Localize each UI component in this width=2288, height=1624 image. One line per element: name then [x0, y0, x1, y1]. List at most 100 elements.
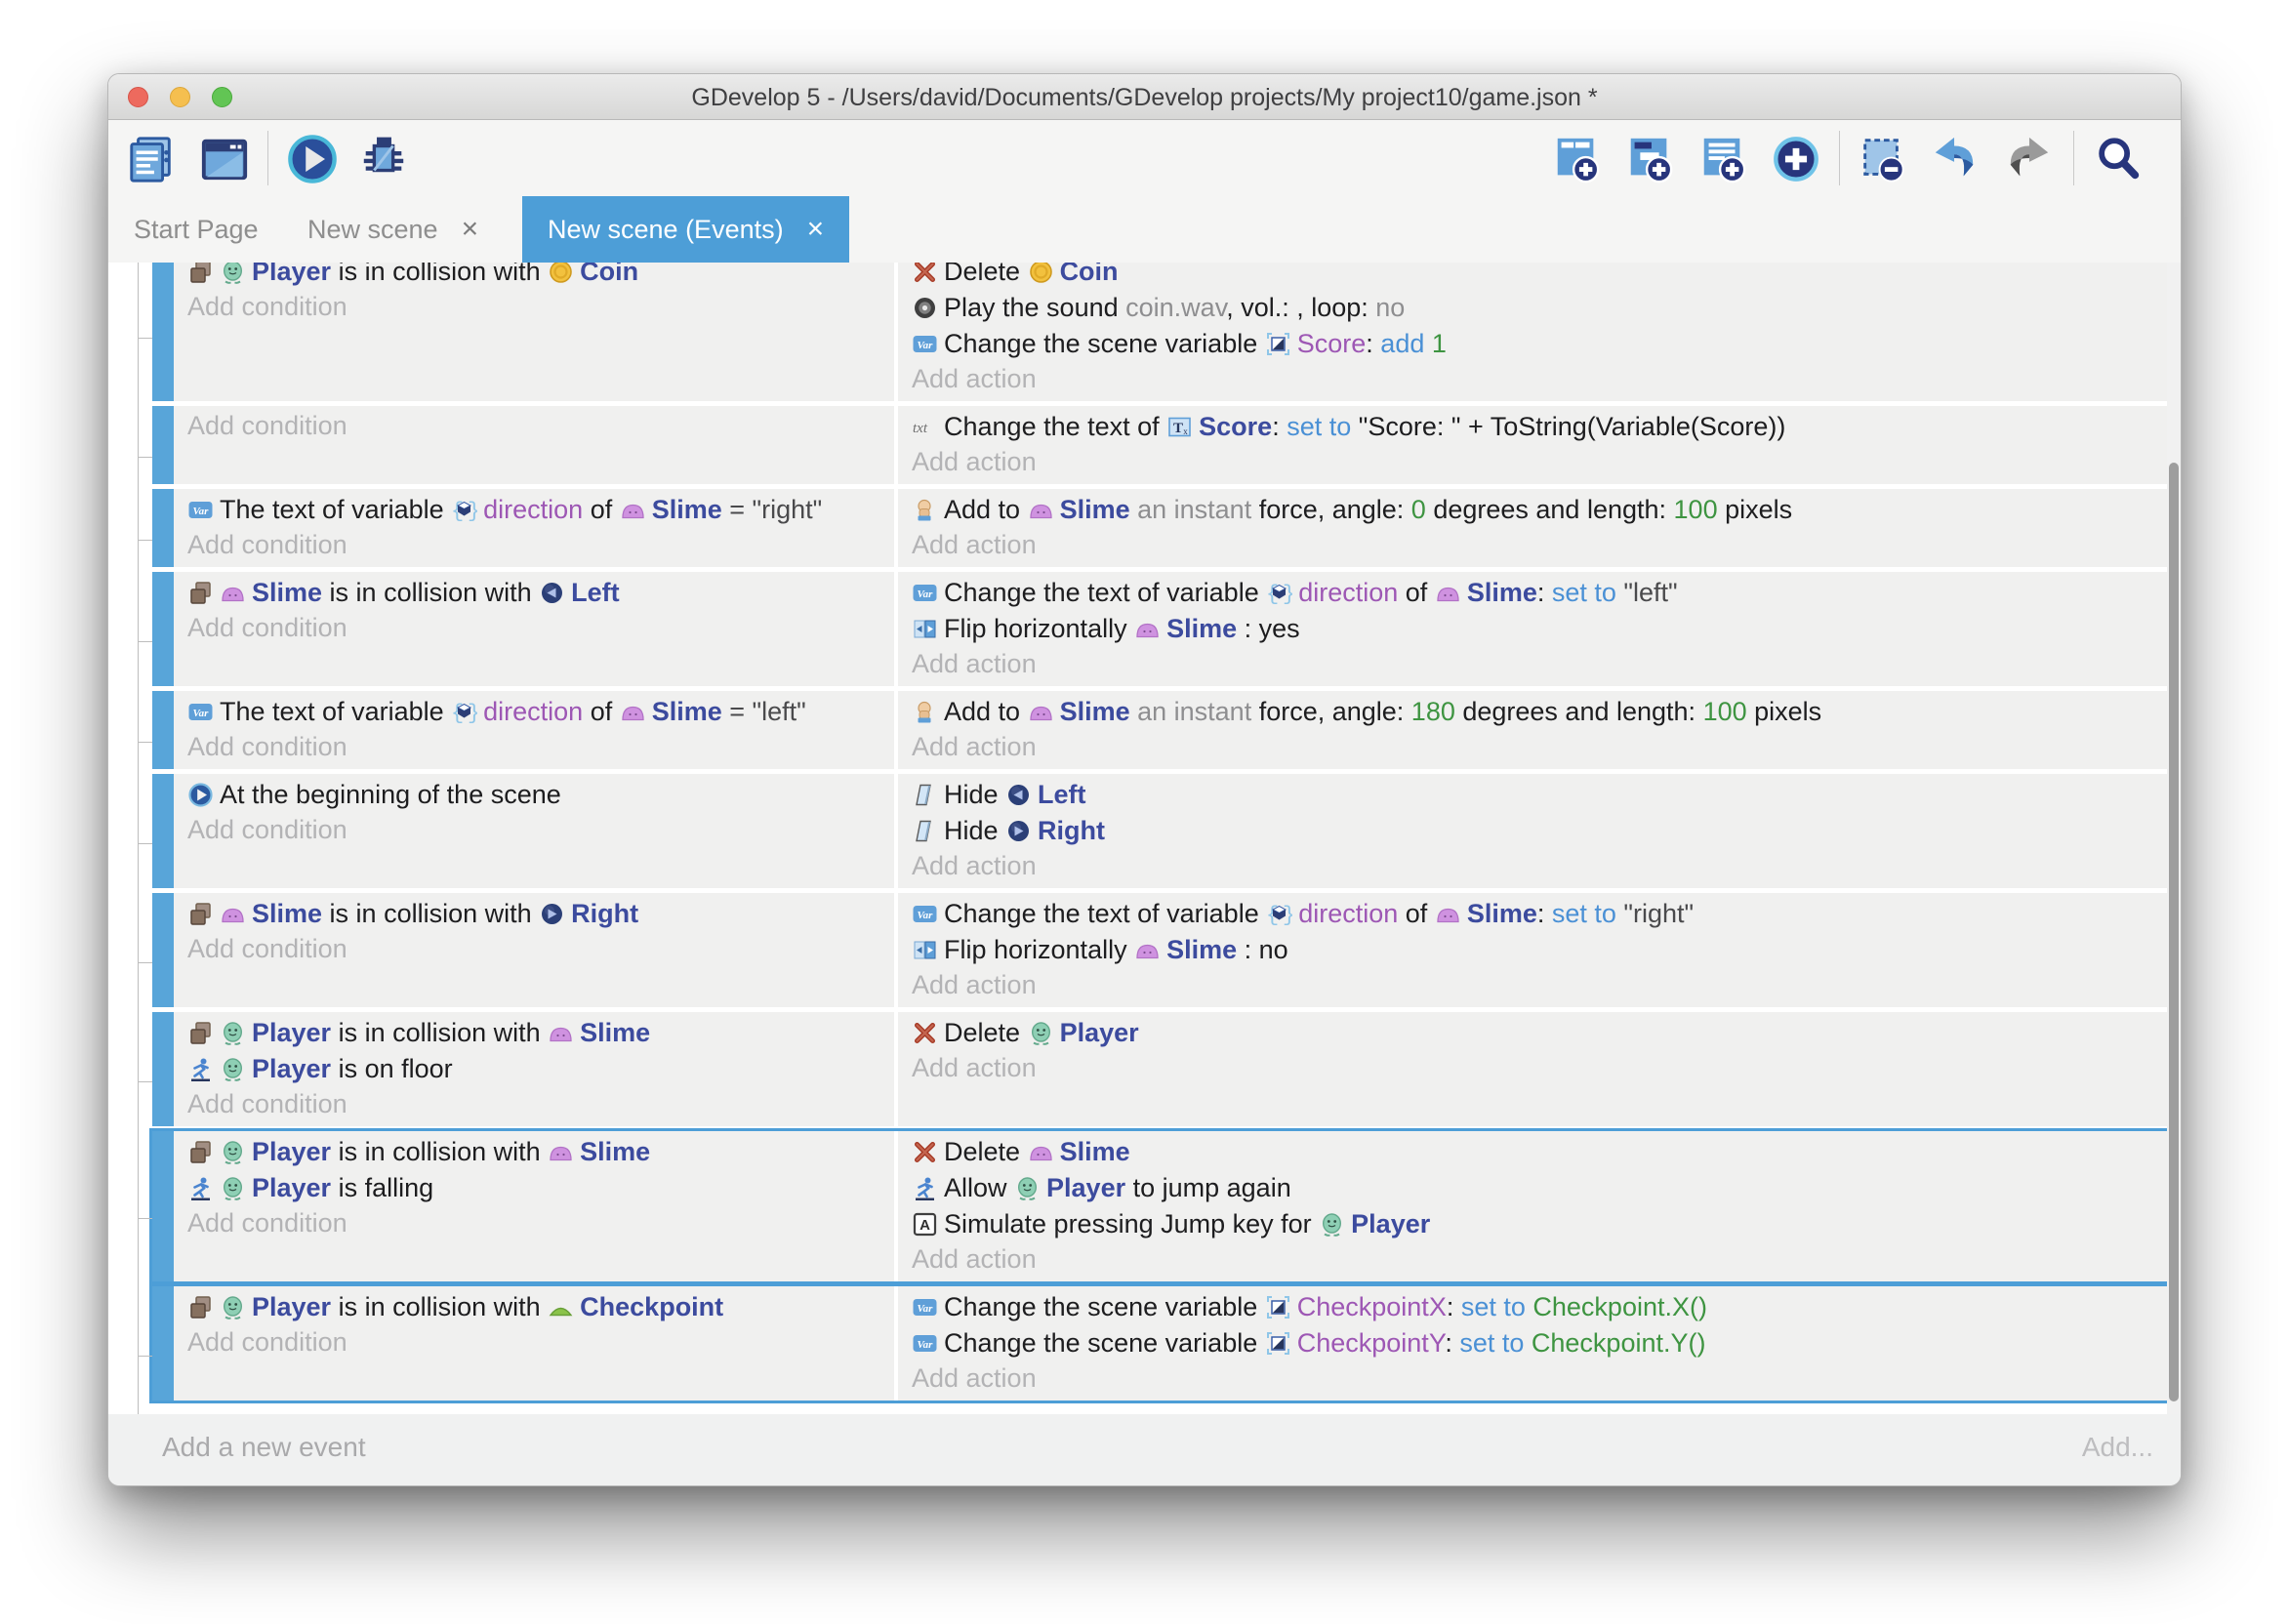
- action-line[interactable]: Add to Slime an instant force, angle: 18…: [912, 694, 2165, 730]
- condition-line[interactable]: Player is in collision with Coin: [187, 263, 888, 290]
- conditions-column: Player is in collision with CheckpointAd…: [174, 1286, 898, 1401]
- text-segment: Checkpoint.X(): [1532, 1292, 1707, 1321]
- action-line[interactable]: Flip horizontally Slime : no: [912, 932, 2165, 968]
- add-action-button[interactable]: Add action: [912, 849, 2165, 883]
- action-line[interactable]: txtChange the text of TxScore: set to "S…: [912, 409, 2165, 445]
- event-selection-bar[interactable]: [152, 1131, 174, 1281]
- undo-button[interactable]: [1927, 131, 1982, 186]
- event-selection-bar[interactable]: [152, 774, 174, 888]
- add-action-button[interactable]: Add action: [912, 968, 2165, 1002]
- add-event-button[interactable]: [1548, 131, 1604, 186]
- add-condition-button[interactable]: Add condition: [187, 528, 888, 562]
- tab-new-scene-events[interactable]: New scene (Events) ×: [522, 196, 849, 263]
- add-condition-button[interactable]: Add condition: [187, 1206, 888, 1240]
- event-row[interactable]: Slime is in collision with RightAdd cond…: [152, 893, 2171, 1007]
- condition-line[interactable]: Player is on floor: [187, 1051, 888, 1087]
- remove-event-button[interactable]: [1854, 131, 1909, 186]
- event-selection-bar[interactable]: [152, 1286, 174, 1401]
- tab-close-icon[interactable]: ×: [462, 215, 479, 244]
- flip-icon: [912, 937, 938, 963]
- event-selection-bar[interactable]: [152, 263, 174, 401]
- condition-line[interactable]: Player is in collision with Slime: [187, 1134, 888, 1170]
- add-action-button[interactable]: Add action: [912, 647, 2165, 681]
- action-line[interactable]: Hide Right: [912, 813, 2165, 849]
- slime-icon: [548, 1020, 574, 1046]
- svg-text:A: A: [919, 1217, 930, 1234]
- action-line[interactable]: VarChange the text of variable {}directi…: [912, 575, 2165, 611]
- event-selection-bar[interactable]: [152, 1012, 174, 1126]
- add-condition-button[interactable]: Add condition: [187, 409, 888, 443]
- add-condition-button[interactable]: Add condition: [187, 290, 888, 324]
- play-button[interactable]: [284, 131, 340, 186]
- scenevar-icon: [1265, 331, 1291, 357]
- add-condition-button[interactable]: Add condition: [187, 611, 888, 645]
- redo-button[interactable]: [2000, 131, 2056, 186]
- add-condition-button[interactable]: Add condition: [187, 813, 888, 847]
- action-line[interactable]: VarChange the text of variable {}directi…: [912, 896, 2165, 932]
- add-subevent-button[interactable]: [1621, 131, 1677, 186]
- event-row[interactable]: Slime is in collision with LeftAdd condi…: [152, 572, 2171, 686]
- event-row[interactable]: At the beginning of the sceneAdd conditi…: [152, 774, 2171, 888]
- action-line[interactable]: Play the sound coin.wav, vol.: , loop: n…: [912, 290, 2165, 326]
- event-row[interactable]: Player is in collision with CoinAdd cond…: [152, 263, 2171, 401]
- debug-button[interactable]: [355, 131, 411, 186]
- event-selection-bar[interactable]: [152, 893, 174, 1007]
- condition-line[interactable]: At the beginning of the scene: [187, 777, 888, 813]
- event-selection-bar[interactable]: [152, 691, 174, 769]
- text-segment: 100: [1703, 697, 1747, 726]
- conditions-column: Player is in collision with CoinAdd cond…: [174, 263, 898, 401]
- text-segment: Change the scene variable: [944, 329, 1265, 358]
- condition-line[interactable]: Player is in collision with Checkpoint: [187, 1289, 888, 1325]
- action-line[interactable]: Delete Slime: [912, 1134, 2165, 1170]
- event-tree-line: [138, 263, 139, 1486]
- project-manager-button[interactable]: [123, 131, 179, 186]
- add-action-button[interactable]: Add action: [912, 445, 2165, 479]
- condition-line[interactable]: Slime is in collision with Left: [187, 575, 888, 611]
- tab-start-page[interactable]: Start Page: [108, 196, 284, 263]
- event-selection-bar[interactable]: [152, 406, 174, 484]
- condition-line[interactable]: Player is falling: [187, 1170, 888, 1206]
- add-other-event-button[interactable]: [1768, 131, 1823, 186]
- add-action-button[interactable]: Add action: [912, 1361, 2165, 1396]
- event-selection-bar[interactable]: [152, 489, 174, 567]
- action-line[interactable]: Hide Left: [912, 777, 2165, 813]
- action-line[interactable]: Add to Slime an instant force, angle: 0 …: [912, 492, 2165, 528]
- condition-line[interactable]: VarThe text of variable {}direction of S…: [187, 694, 888, 730]
- search-button[interactable]: [2090, 131, 2145, 186]
- tab-close-icon[interactable]: ×: [807, 215, 825, 244]
- event-selection-bar[interactable]: [152, 572, 174, 686]
- add-action-button[interactable]: Add action: [912, 730, 2165, 764]
- text-segment: is falling: [339, 1173, 434, 1202]
- action-line[interactable]: Delete Player: [912, 1015, 2165, 1051]
- event-row[interactable]: Player is in collision with CheckpointAd…: [152, 1286, 2171, 1401]
- action-line[interactable]: VarChange the scene variable Score: add …: [912, 326, 2165, 362]
- add-condition-button[interactable]: Add condition: [187, 1325, 888, 1360]
- add-condition-button[interactable]: Add condition: [187, 730, 888, 764]
- condition-line[interactable]: VarThe text of variable {}direction of S…: [187, 492, 888, 528]
- add-new-event-button[interactable]: Add a new event: [162, 1432, 366, 1463]
- event-row[interactable]: VarThe text of variable {}direction of S…: [152, 691, 2171, 769]
- action-line[interactable]: Allow Player to jump again: [912, 1170, 2165, 1206]
- event-row[interactable]: Player is in collision with SlimePlayer …: [152, 1131, 2171, 1281]
- add-action-button[interactable]: Add action: [912, 1051, 2165, 1085]
- action-line[interactable]: Delete Coin: [912, 263, 2165, 290]
- scrollbar-thumb[interactable]: [2169, 463, 2179, 1401]
- scene-properties-button[interactable]: [196, 131, 252, 186]
- event-row[interactable]: Player is in collision with SlimePlayer …: [152, 1012, 2171, 1126]
- add-comment-button[interactable]: [1695, 131, 1750, 186]
- tab-new-scene[interactable]: New scene ×: [282, 196, 504, 263]
- action-line[interactable]: VarChange the scene variable CheckpointX…: [912, 1289, 2165, 1325]
- add-action-button[interactable]: Add action: [912, 528, 2165, 562]
- action-line[interactable]: VarChange the scene variable CheckpointY…: [912, 1325, 2165, 1361]
- condition-line[interactable]: Slime is in collision with Right: [187, 896, 888, 932]
- action-line[interactable]: Flip horizontally Slime : yes: [912, 611, 2165, 647]
- condition-line[interactable]: Player is in collision with Slime: [187, 1015, 888, 1051]
- add-action-button[interactable]: Add action: [912, 1242, 2165, 1277]
- add-condition-button[interactable]: Add condition: [187, 1087, 888, 1121]
- add-condition-button[interactable]: Add condition: [187, 932, 888, 966]
- add-more-button[interactable]: Add...: [2082, 1432, 2153, 1463]
- event-row[interactable]: Add condition txtChange the text of TxSco…: [152, 406, 2171, 484]
- add-action-button[interactable]: Add action: [912, 362, 2165, 396]
- event-row[interactable]: VarThe text of variable {}direction of S…: [152, 489, 2171, 567]
- action-line[interactable]: ASimulate pressing Jump key for Player: [912, 1206, 2165, 1242]
